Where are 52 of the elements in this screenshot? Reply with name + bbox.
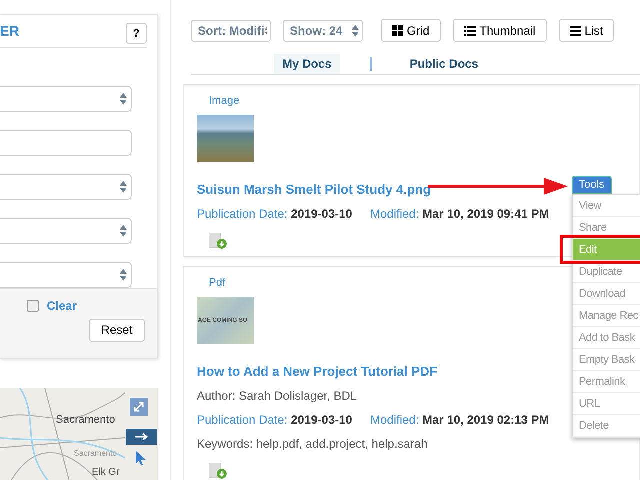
tab[interactable]: Public Docs bbox=[402, 54, 487, 74]
fullscreen-button[interactable] bbox=[130, 398, 148, 416]
select-field[interactable] bbox=[0, 174, 132, 200]
panel-title: ER bbox=[0, 22, 20, 39]
map-label: Sacramento bbox=[74, 449, 118, 458]
document-title[interactable]: How to Add a New Project Tutorial PDF bbox=[197, 364, 438, 379]
reset-button[interactable]: Reset bbox=[89, 318, 145, 342]
menu-item[interactable]: Permalink bbox=[573, 371, 640, 393]
menu-item[interactable]: Delete bbox=[573, 415, 640, 437]
grid-icon bbox=[392, 25, 403, 36]
map-label: Elk Gr bbox=[92, 467, 120, 478]
arrow-button[interactable] bbox=[126, 429, 157, 445]
author-text: Author: Sarah Dolislager, BDL bbox=[197, 389, 358, 403]
view-button[interactable]: Grid bbox=[381, 19, 441, 42]
modified-date: Modified: Mar 10, 2019 02:13 PM bbox=[370, 413, 550, 427]
help-button[interactable]: ? bbox=[126, 23, 147, 44]
modified-date: Modified: Mar 10, 2019 09:41 PM bbox=[370, 207, 550, 221]
select-field[interactable] bbox=[0, 262, 132, 288]
file-download-icon[interactable] bbox=[209, 463, 229, 480]
publication-date: Publication Date: 2019-03-10 bbox=[197, 413, 352, 427]
menu-item[interactable]: View bbox=[573, 195, 640, 217]
text-field[interactable] bbox=[0, 130, 132, 156]
list-icon bbox=[464, 25, 476, 36]
file-download-icon[interactable] bbox=[209, 233, 229, 250]
publication-date: Publication Date: 2019-03-10 bbox=[197, 207, 352, 221]
sort-select[interactable]: Sort: Modifi bbox=[191, 20, 271, 42]
select-field[interactable] bbox=[0, 218, 132, 244]
document-type: Pdf bbox=[209, 277, 227, 289]
view-button[interactable]: List bbox=[558, 19, 614, 42]
menu-item[interactable]: Download bbox=[573, 283, 640, 305]
document-type: Image bbox=[209, 95, 241, 107]
view-button[interactable]: Thumbnail bbox=[452, 19, 547, 42]
expand-icon bbox=[133, 401, 145, 413]
menu-item[interactable]: URL bbox=[573, 393, 640, 415]
menu-item[interactable]: Empty Bask bbox=[573, 349, 640, 371]
map[interactable]: Sacramento Sacramento Elk Gr bbox=[0, 388, 158, 480]
keywords-text: Keywords: help.pdf, add.project, help.sarah bbox=[197, 437, 429, 451]
show-select[interactable]: Show: 24 bbox=[283, 20, 363, 42]
tab[interactable]: My Docs bbox=[274, 54, 340, 74]
right-arrow-icon bbox=[134, 433, 148, 441]
menu-item[interactable]: Edit bbox=[573, 239, 640, 261]
clear-link[interactable]: Clear bbox=[46, 298, 77, 313]
cursor-icon[interactable] bbox=[136, 451, 146, 465]
menu-item[interactable]: Add to Bask bbox=[573, 327, 640, 349]
menu-icon bbox=[570, 25, 581, 36]
select-field[interactable] bbox=[0, 86, 132, 112]
menu-item[interactable]: Manage Rec bbox=[573, 305, 640, 327]
checkbox[interactable] bbox=[26, 300, 39, 312]
tools-button[interactable]: Tools bbox=[572, 176, 612, 194]
map-label: Sacramento bbox=[56, 414, 116, 426]
document-title[interactable]: Suisun Marsh Smelt Pilot Study 4.png bbox=[197, 182, 432, 197]
photo-placeholder bbox=[197, 115, 254, 162]
